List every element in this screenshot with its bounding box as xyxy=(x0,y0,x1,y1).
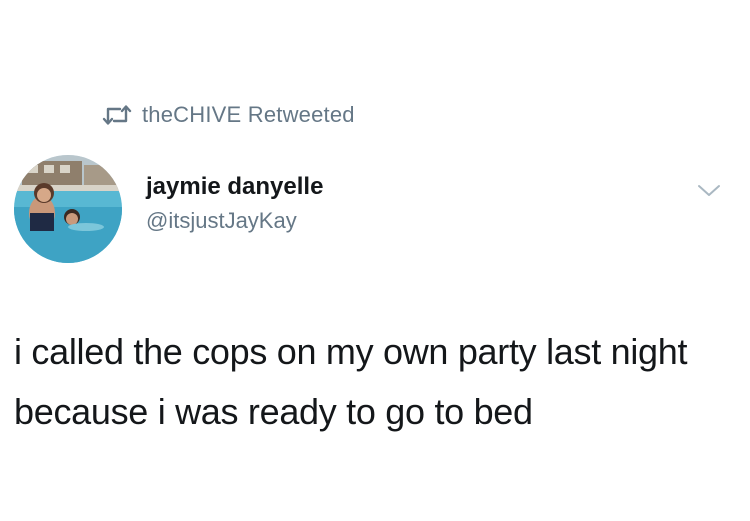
display-name[interactable]: jaymie danyelle xyxy=(146,172,323,202)
chevron-down-icon[interactable] xyxy=(696,182,722,200)
retweet-context[interactable]: theCHIVE Retweeted xyxy=(102,97,355,133)
retweet-label: theCHIVE Retweeted xyxy=(142,102,355,127)
author-block[interactable]: jaymie danyelle @itsjustJayKay xyxy=(146,172,323,236)
tweet-text: i called the cops on my own party last n… xyxy=(14,331,688,432)
avatar[interactable] xyxy=(14,155,122,263)
user-handle[interactable]: @itsjustJayKay xyxy=(146,206,323,236)
retweet-icon xyxy=(102,104,132,126)
